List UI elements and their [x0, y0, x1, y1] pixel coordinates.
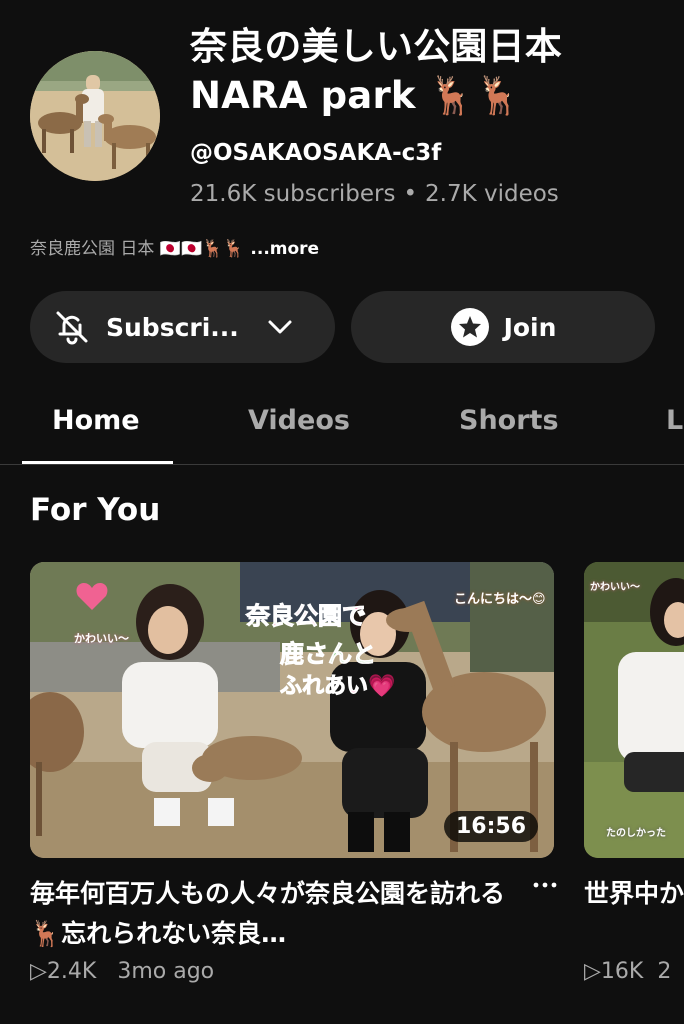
video-title-2[interactable]: 世界中か ドリーか: [584, 874, 684, 914]
view-count: ▷2.4K: [30, 959, 97, 984]
separator-dot: •: [403, 181, 418, 207]
thumbnail-2-caption-fun: たのしかった: [606, 828, 666, 839]
bell-off-icon: [56, 311, 88, 345]
video-thumbnail[interactable]: 奈良公園で 鹿さんと ふれあい💗 こんにちは～😊 かわいい～ 16:56: [30, 562, 554, 858]
video-meta: ▷2.4K 3mo ago: [30, 959, 214, 984]
tab-shorts[interactable]: Shorts: [459, 405, 559, 436]
thumbnail-2-caption-cute: かわいい～: [590, 582, 640, 593]
view-count-2: ▷16K: [584, 959, 644, 984]
subscribed-button[interactable]: Subscri...: [30, 291, 335, 363]
upload-age-2: 2: [657, 959, 672, 984]
thumbnail-caption-line1: 奈良公園で: [246, 602, 367, 631]
channel-stats: 21.6K subscribers • 2.7K videos: [190, 181, 559, 207]
thumbnail-caption-line2: 鹿さんと: [280, 640, 377, 669]
subscribe-label: Subscri...: [106, 312, 239, 342]
join-label: Join: [503, 312, 557, 342]
channel-description[interactable]: 奈良鹿公園 日本 🇯🇵🇯🇵🦌🦌 ...more: [30, 234, 319, 259]
active-tab-indicator: [22, 461, 173, 464]
tab-videos[interactable]: Videos: [248, 405, 350, 436]
video-meta-2: ▷16K 2: [584, 959, 684, 984]
channel-handle: @OSAKAOSAKA-c3f: [190, 140, 442, 166]
video-count: 2.7K videos: [425, 181, 559, 207]
star-icon: [450, 308, 489, 346]
more-vert-icon[interactable]: [533, 880, 557, 890]
join-button[interactable]: Join: [351, 291, 655, 363]
channel-tabs: Home Videos Shorts L: [0, 395, 684, 465]
description-text: 奈良鹿公園 日本 🇯🇵🇯🇵🦌🦌: [30, 239, 245, 259]
tab-home[interactable]: Home: [52, 405, 140, 436]
video-duration: 16:56: [443, 811, 538, 842]
thumbnail-caption-cute: かわいい～: [74, 632, 129, 645]
more-link[interactable]: ...more: [244, 239, 319, 259]
video-title[interactable]: 毎年何百万人もの人々が奈良公園を訪れる🦌忘れられない奈良…: [30, 874, 505, 954]
channel-avatar[interactable]: [30, 51, 160, 181]
channel-title: 奈良の美しい公園日本 NARA park 🦌🦌: [190, 25, 562, 117]
chevron-down-icon: [268, 320, 292, 334]
video-thumbnail-2[interactable]: かわいい～ たのしかった: [584, 562, 684, 858]
subscriber-count: 21.6K subscribers: [190, 181, 396, 207]
upload-age: 3mo ago: [117, 959, 215, 984]
tab-live[interactable]: L: [666, 405, 683, 436]
thumbnail-caption-line3: ふれあい💗: [279, 674, 396, 700]
section-title: For You: [30, 492, 161, 528]
thumbnail-caption-hello: こんにちは～😊: [454, 592, 546, 607]
